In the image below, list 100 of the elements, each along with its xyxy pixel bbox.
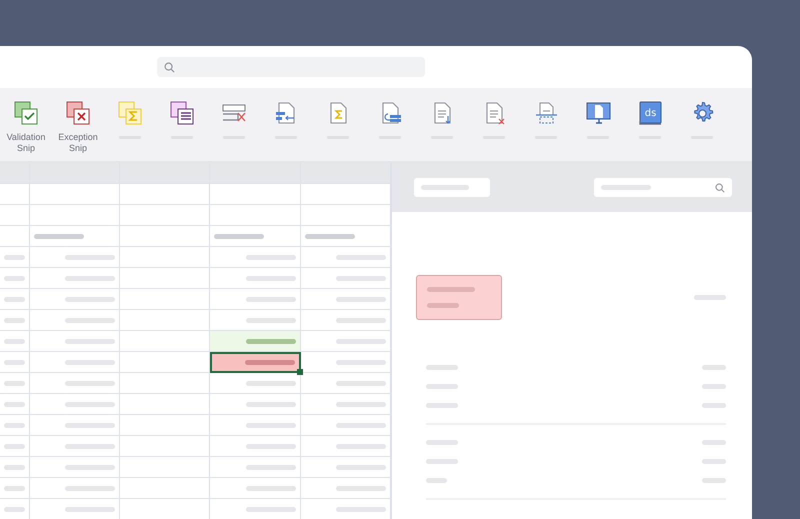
table-cell[interactable]	[30, 415, 120, 436]
table-cell[interactable]	[0, 394, 30, 415]
table-cell[interactable]	[210, 268, 301, 289]
table-cell[interactable]	[120, 205, 210, 226]
table-cell[interactable]	[210, 436, 301, 457]
table-cell[interactable]	[30, 373, 120, 394]
table-cell[interactable]	[120, 352, 210, 373]
table-cell[interactable]	[0, 310, 30, 331]
text-placeholder	[426, 384, 458, 389]
table-cell[interactable]	[210, 310, 301, 331]
text-placeholder	[4, 486, 25, 490]
text-placeholder	[336, 506, 386, 512]
table-cell[interactable]	[210, 373, 301, 394]
table-cell[interactable]	[30, 394, 120, 415]
table-cell[interactable]	[301, 289, 391, 310]
table-cell[interactable]	[120, 415, 210, 436]
table-cell[interactable]	[301, 436, 391, 457]
table-cell[interactable]	[301, 310, 391, 331]
table-cell[interactable]	[301, 184, 391, 205]
table-cell[interactable]	[120, 184, 210, 205]
selected-cell[interactable]	[210, 352, 301, 373]
table-cell[interactable]	[120, 310, 210, 331]
table-cell[interactable]	[301, 352, 391, 373]
table-cell[interactable]	[210, 226, 301, 247]
table-cell[interactable]	[120, 394, 210, 415]
table-cell[interactable]	[210, 457, 301, 478]
table-cell[interactable]	[210, 478, 301, 499]
table-cell[interactable]	[30, 268, 120, 289]
table-cell[interactable]	[0, 457, 30, 478]
table-cell[interactable]	[0, 268, 30, 289]
table-cell[interactable]	[210, 331, 301, 352]
table-cell[interactable]	[120, 478, 210, 499]
text-placeholder	[4, 402, 25, 406]
table-cell[interactable]	[0, 373, 30, 394]
text-placeholder	[65, 276, 115, 280]
table-cell[interactable]	[301, 478, 391, 499]
table-cell[interactable]	[30, 289, 120, 310]
table-cell[interactable]	[120, 331, 210, 352]
table-cell[interactable]	[120, 457, 210, 478]
table-cell[interactable]	[120, 268, 210, 289]
table-cell[interactable]	[0, 289, 30, 310]
table-cell[interactable]	[0, 415, 30, 436]
table-cell[interactable]	[210, 205, 301, 226]
table-cell[interactable]	[0, 331, 30, 352]
table-cell[interactable]	[301, 205, 391, 226]
fill-handle[interactable]	[297, 369, 303, 375]
table-cell[interactable]	[120, 373, 210, 394]
column-header[interactable]	[0, 163, 30, 184]
table-cell[interactable]	[30, 184, 120, 205]
table-cell[interactable]	[30, 457, 120, 478]
table-cell[interactable]	[0, 352, 30, 373]
table-cell[interactable]	[30, 205, 120, 226]
table-cell[interactable]	[301, 373, 391, 394]
panel-search-field[interactable]	[594, 178, 732, 197]
table-cell[interactable]	[0, 184, 30, 205]
table-cell[interactable]	[0, 226, 30, 247]
text-placeholder	[65, 380, 115, 386]
table-cell[interactable]	[210, 247, 301, 268]
table-cell[interactable]	[301, 226, 391, 247]
table-cell[interactable]	[30, 331, 120, 352]
table-cell[interactable]	[120, 289, 210, 310]
text-placeholder	[245, 360, 295, 365]
dropdown[interactable]	[414, 178, 490, 197]
table-cell[interactable]	[30, 478, 120, 499]
table-cell[interactable]	[30, 310, 120, 331]
table-cell[interactable]	[30, 226, 120, 247]
table-cell[interactable]	[301, 394, 391, 415]
table-cell[interactable]	[120, 226, 210, 247]
text-placeholder	[426, 478, 447, 483]
search-field[interactable]	[157, 57, 425, 77]
table-cell[interactable]	[301, 247, 391, 268]
column-header[interactable]	[30, 163, 120, 184]
table-cell[interactable]	[210, 394, 301, 415]
toolbar-button[interactable]: Validation Snip	[0, 88, 52, 161]
table-cell[interactable]	[120, 436, 210, 457]
table-cell[interactable]	[30, 436, 120, 457]
table-cell[interactable]	[30, 352, 120, 373]
text-placeholder	[246, 318, 296, 322]
text-placeholder	[65, 486, 115, 490]
toolbar-button[interactable]: Exception Snip	[52, 88, 104, 161]
table-cell[interactable]	[0, 205, 30, 226]
table-cell[interactable]	[210, 289, 301, 310]
document-cut-icon	[533, 100, 559, 126]
text-placeholder	[246, 254, 296, 260]
table-cell[interactable]	[120, 247, 210, 268]
table-cell[interactable]	[210, 415, 301, 436]
table-cell[interactable]	[30, 247, 120, 268]
text-placeholder	[702, 365, 726, 370]
toolbar-button[interactable]: ds	[624, 88, 676, 161]
error-card[interactable]	[416, 275, 502, 320]
table-cell[interactable]	[301, 331, 391, 352]
table-cell[interactable]	[0, 436, 30, 457]
table-cell[interactable]	[301, 268, 391, 289]
text-placeholder	[246, 422, 296, 428]
table-cell[interactable]	[210, 184, 301, 205]
table-cell[interactable]	[301, 415, 391, 436]
table-cell[interactable]	[0, 247, 30, 268]
table-cell[interactable]	[0, 478, 30, 499]
text-placeholder	[4, 506, 25, 512]
table-cell[interactable]	[301, 457, 391, 478]
